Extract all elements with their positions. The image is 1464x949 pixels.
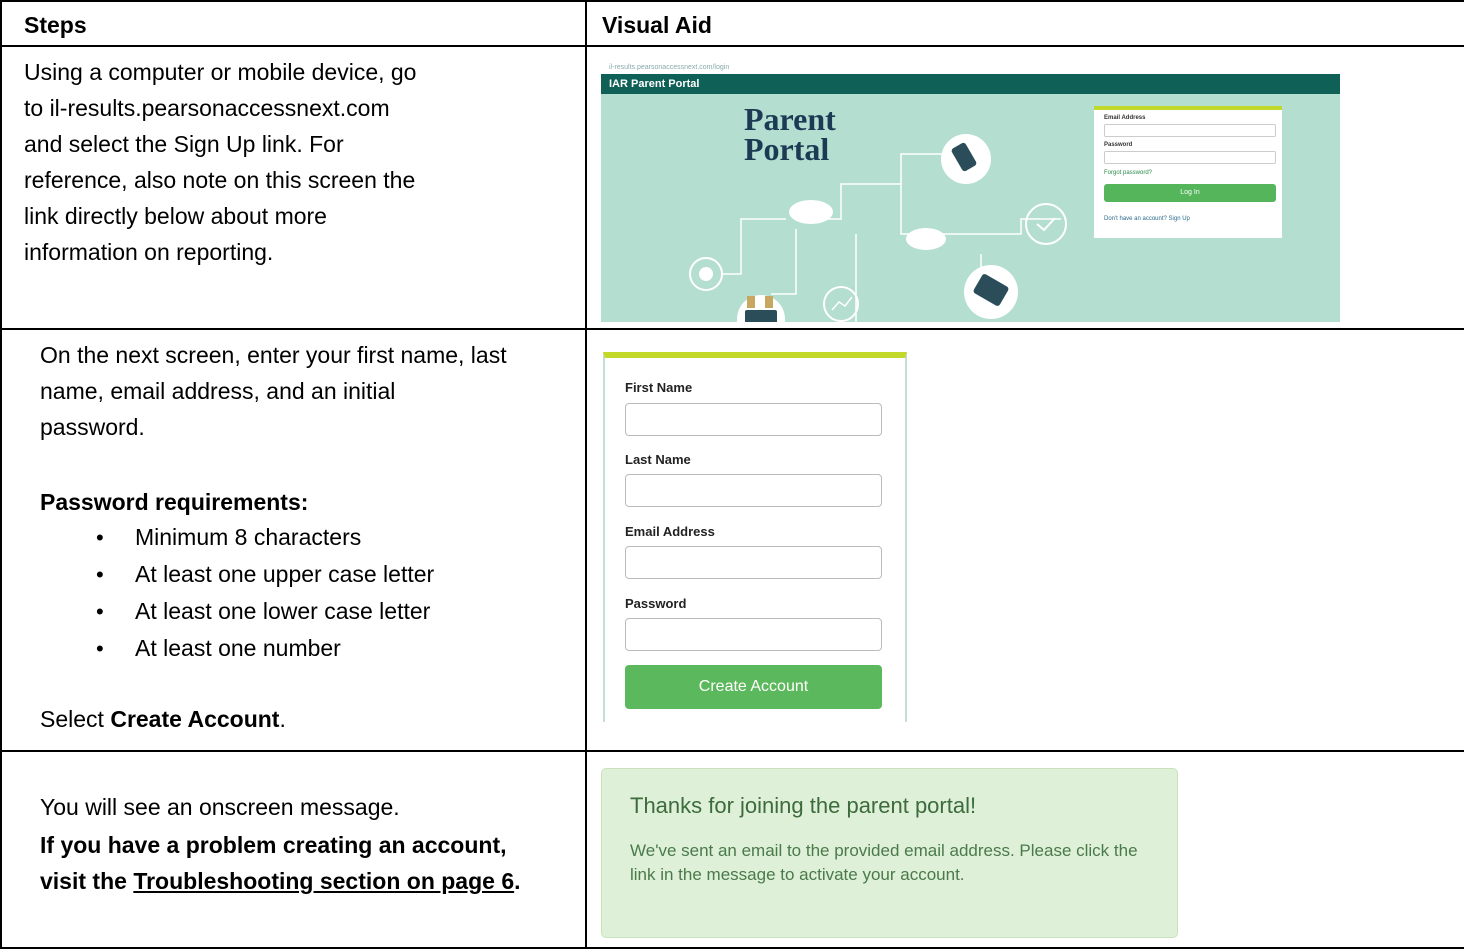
message-title: Thanks for joining the parent portal! — [630, 793, 977, 818]
row1-steps-text: Using a computer or mobile device, go to… — [24, 54, 416, 270]
forgot-password-link[interactable]: Forgot password? — [1104, 170, 1152, 176]
create-account-button[interactable]: Create Account — [625, 665, 882, 709]
table-border-left — [0, 0, 2, 949]
first-name-label: First Name — [625, 380, 693, 395]
text-line: information on reporting. — [24, 239, 274, 265]
table-row-divider — [0, 750, 1464, 752]
text-line: password. — [40, 414, 145, 440]
password-label: Password — [1104, 142, 1133, 148]
text-span: Select — [40, 706, 111, 732]
connector-line — [951, 218, 1061, 235]
text-line: reference, also note on this screen the — [24, 167, 416, 193]
table-row-divider — [0, 328, 1464, 330]
text-span: visit the — [40, 868, 134, 894]
url-bar: il-results.pearsonaccessnext.com/login — [601, 62, 1340, 74]
bold-text: Create Account — [110, 706, 280, 732]
header-steps: Steps — [24, 12, 87, 38]
table-column-divider — [585, 0, 587, 949]
troubleshooting-link[interactable]: Troubleshooting section on page 6 — [133, 868, 514, 894]
email-label: Email Address — [625, 524, 715, 539]
message-body: We've sent an email to the provided emai… — [630, 841, 1138, 884]
password-field[interactable] — [1104, 151, 1276, 164]
connector-line — [771, 229, 797, 295]
login-box: Email Address Password Forgot password? … — [1094, 106, 1282, 238]
text-line: to il-results.pearsonaccessnext.com — [24, 95, 390, 121]
cloud-icon — [906, 228, 946, 250]
text-line: name, email address, and an initial — [40, 378, 396, 404]
parent-portal-screenshot: il-results.pearsonaccessnext.com/login I… — [601, 62, 1340, 322]
email-label: Email Address — [1104, 115, 1146, 121]
select-create-account-text: Select Create Account. — [40, 701, 286, 737]
password-requirements-list: Minimum 8 characters At least one upper … — [40, 519, 580, 667]
password-field[interactable] — [625, 618, 882, 651]
list-item: Minimum 8 characters — [40, 519, 580, 556]
cloud-icon — [789, 200, 833, 224]
text-line: and select the Sign Up link. For — [24, 131, 344, 157]
text-span: . — [514, 868, 521, 894]
instruction-table: Steps Visual Aid Using a computer or mob… — [0, 0, 1464, 949]
text-line: On the next screen, enter your first nam… — [40, 342, 507, 368]
email-field[interactable] — [625, 546, 882, 579]
signup-form: First Name Last Name Email Address Passw… — [603, 352, 907, 722]
login-button[interactable]: Log In — [1104, 184, 1276, 202]
portal-topbar: IAR Parent Portal — [601, 74, 1340, 94]
row3-steps-text: You will see an onscreen message. — [40, 794, 400, 820]
password-label: Password — [625, 596, 687, 611]
header-visual-aid: Visual Aid — [602, 12, 712, 38]
first-name-field[interactable] — [625, 403, 882, 436]
password-requirements-heading: Password requirements: — [40, 489, 309, 515]
email-field[interactable] — [1104, 124, 1276, 137]
troubleshooting-note: If you have a problem creating an accoun… — [40, 827, 521, 899]
text-line: Using a computer or mobile device, go — [24, 59, 417, 85]
last-name-label: Last Name — [625, 452, 691, 467]
list-item: At least one number — [40, 630, 580, 667]
connector-line — [721, 218, 786, 275]
text-line: link directly below about more — [24, 203, 327, 229]
table-row-divider — [0, 45, 1464, 47]
last-name-field[interactable] — [625, 474, 882, 507]
text-line: visit the Troubleshooting section on pag… — [40, 863, 521, 899]
list-item: At least one lower case letter — [40, 593, 580, 630]
row2-steps-text: On the next screen, enter your first nam… — [40, 337, 507, 445]
table-border-top — [0, 0, 1464, 2]
list-item: At least one upper case letter — [40, 556, 580, 593]
text-line: If you have a problem creating an accoun… — [40, 832, 507, 858]
signup-link[interactable]: Don't have an account? Sign Up — [1104, 216, 1190, 222]
text-span: . — [279, 706, 286, 732]
check-icon — [1025, 203, 1067, 245]
portal-illustration — [689, 134, 1067, 322]
success-message: Thanks for joining the parent portal! We… — [601, 768, 1178, 938]
